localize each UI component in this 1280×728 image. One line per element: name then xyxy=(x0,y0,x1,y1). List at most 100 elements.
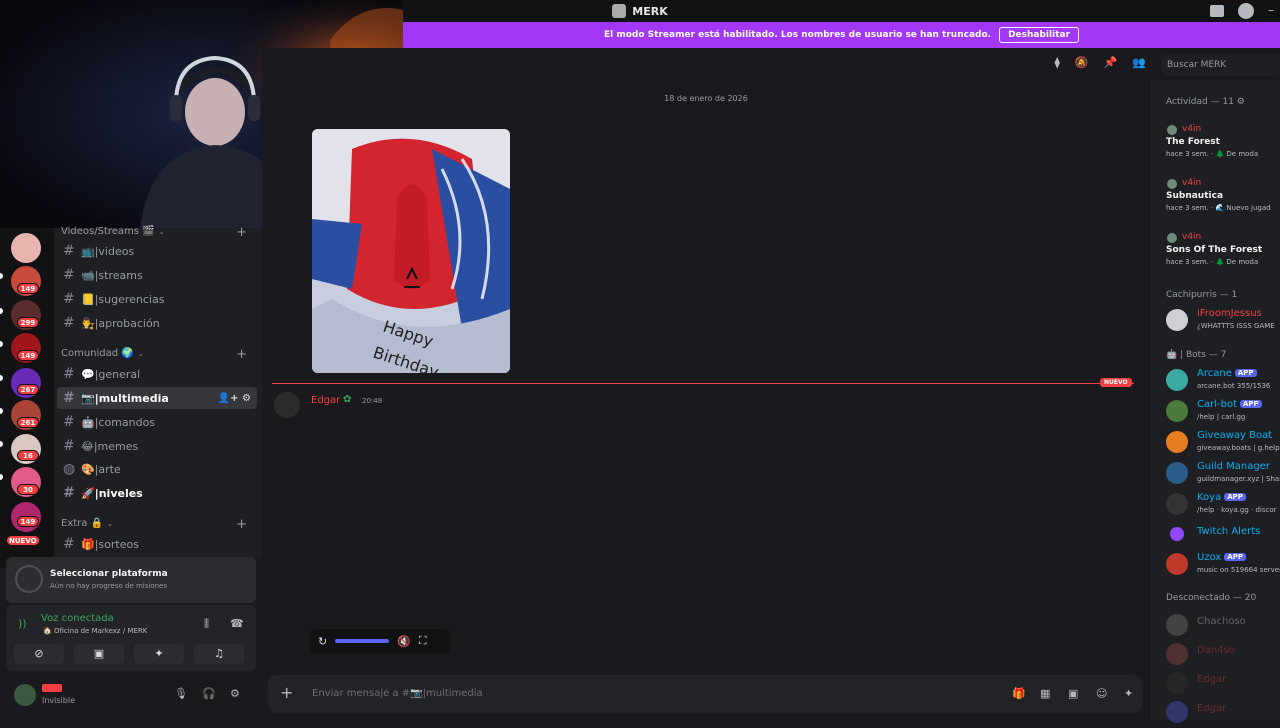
soundboard-button[interactable]: ♫ xyxy=(194,644,244,664)
channel-sugerencias[interactable]: # 📒|sugerencias xyxy=(57,288,257,310)
pin-icon[interactable]: 📌 xyxy=(1104,56,1118,69)
gift-icon[interactable]: 🎁 xyxy=(1012,687,1026,700)
search-input[interactable]: Buscar MERK xyxy=(1162,54,1280,76)
avatar[interactable] xyxy=(274,392,300,418)
new-unreads-pill[interactable]: NUEVO xyxy=(6,535,40,546)
activity-card[interactable]: v4in Subnautica hace 3 sem. · 🌊 Nuevo ju… xyxy=(1166,178,1280,212)
avatar xyxy=(1166,643,1188,665)
activities-button[interactable]: ✦ xyxy=(134,644,184,664)
activity-card[interactable]: v4in The Forest hace 3 sem. · 🌲 De moda xyxy=(1166,124,1280,158)
date-separator: 18 de enero de 2026 xyxy=(664,94,748,103)
banner-text: El modo Streamer está habilitado. Los no… xyxy=(603,30,992,40)
member-item[interactable]: Giveaway Boat giveaway.boats | g.help xyxy=(1166,428,1280,458)
category-comunidad[interactable]: Comunidad 🌍 ⌄ + xyxy=(61,347,253,362)
member-item[interactable]: Edgar xyxy=(1166,698,1280,728)
channel-header-icons: ⧫ 🔕 📌 👥 xyxy=(1054,56,1146,69)
server-icon[interactable] xyxy=(11,233,41,263)
role-group-header: Cachipurris — 1 xyxy=(1166,290,1238,300)
hash-icon: # xyxy=(63,414,75,430)
apps-icon[interactable]: ✦ xyxy=(1124,687,1133,700)
unread-dot xyxy=(0,408,3,414)
help-icon[interactable] xyxy=(1238,3,1254,19)
add-channel-icon[interactable]: + xyxy=(236,225,247,240)
sticker-icon[interactable]: ▣ xyxy=(1068,687,1078,700)
channel-sorteos[interactable]: # 🎁|sorteos xyxy=(57,533,257,555)
voice-location[interactable]: 🏠 Oficina de Markexz / MERK xyxy=(43,627,147,635)
voice-status[interactable]: Voz conectada xyxy=(41,613,114,624)
channel-niveles[interactable]: # 🚀|niveles xyxy=(57,482,257,504)
channel-comandos[interactable]: # 🤖|comandos xyxy=(57,411,257,433)
username-redacted xyxy=(42,684,62,692)
member-item[interactable]: Edgar xyxy=(1166,669,1280,699)
channel-label: 📷|multimedia xyxy=(81,391,169,405)
member-item[interactable]: Carl-bot APP /help | carl.gg xyxy=(1166,397,1280,427)
gear-icon[interactable]: ⚙ xyxy=(230,687,240,700)
channel-label: 🎨|arte xyxy=(81,462,121,476)
refresh-icon[interactable]: ↻ xyxy=(318,635,327,648)
member-name: Edgar xyxy=(1197,703,1227,714)
disconnect-icon[interactable]: ☎ xyxy=(230,617,244,630)
user-status: Invisible xyxy=(42,696,75,705)
avatar xyxy=(1166,431,1188,453)
member-status: /help | carl.gg xyxy=(1197,413,1246,421)
channel-settings-icon[interactable]: 👤+ ⚙ xyxy=(218,393,251,404)
member-item[interactable]: Guild Manager guildmanager.xyz | Shar xyxy=(1166,459,1280,489)
role-icon: ✿ xyxy=(343,394,352,405)
member-item[interactable]: Chachoso xyxy=(1166,611,1280,641)
member-name: Carl-bot xyxy=(1197,399,1237,410)
headphones-icon[interactable]: 🎧 xyxy=(202,687,216,700)
member-item[interactable]: Arcane APP arcane.bot 355/1536 xyxy=(1166,366,1280,396)
channel-streams[interactable]: # 📹|streams xyxy=(57,264,257,286)
message-author[interactable]: Edgar xyxy=(311,395,340,406)
activity-game: Subnautica xyxy=(1166,191,1224,201)
chevron-down-icon: ⌄ xyxy=(158,227,165,236)
member-item[interactable]: Twitch Alerts xyxy=(1166,521,1280,551)
mute-icon[interactable]: 🔇 xyxy=(397,635,411,648)
gif-icon[interactable]: ▦ xyxy=(1040,687,1050,700)
channel-general[interactable]: # 💬|general xyxy=(57,363,257,385)
activity-card[interactable]: v4in Sons Of The Forest hace 3 sem. · 🌲 … xyxy=(1166,232,1280,266)
fullscreen-icon[interactable]: ⛶ xyxy=(419,634,427,648)
message-composer[interactable]: + Enviar mensaje a #📷|multimedia 🎁 ▦ ▣ ☺… xyxy=(268,675,1142,713)
member-item[interactable]: Koya APP /help · koya.gg · discor xyxy=(1166,490,1280,520)
noise-suppression-icon[interactable]: ⫼ xyxy=(204,617,209,631)
channel-videos[interactable]: # 📺|videos xyxy=(57,240,257,262)
channel-arte[interactable]: ◍ 🎨|arte xyxy=(57,458,257,480)
member-item[interactable]: Dan4so xyxy=(1166,640,1280,670)
threads-icon[interactable]: ⧫ xyxy=(1054,56,1059,69)
microphone-icon[interactable]: 🎙 xyxy=(174,687,188,700)
emoji-icon[interactable]: ☺ xyxy=(1096,687,1107,700)
add-attachment-icon[interactable]: + xyxy=(280,683,293,702)
channel-label: 🚀|niveles xyxy=(81,486,143,500)
channel-multimedia[interactable]: # 📷|multimedia 👤+ ⚙ xyxy=(57,387,257,409)
avatar[interactable] xyxy=(14,684,36,706)
minimize-icon[interactable]: – xyxy=(1268,3,1274,19)
quest-title: Seleccionar plataforma xyxy=(50,569,168,579)
channel-aprobacion[interactable]: # 👨‍⚖️|aprobación xyxy=(57,312,257,334)
add-channel-icon[interactable]: + xyxy=(236,347,247,362)
category-videos-streams[interactable]: Videos/Streams 🎬 ⌄ + xyxy=(61,225,253,240)
camera-off-button[interactable]: ⊘ xyxy=(14,644,64,664)
inbox-icon[interactable] xyxy=(1210,5,1224,17)
hash-icon: # xyxy=(63,536,75,552)
attachment-image[interactable]: Happy Birthday xyxy=(312,129,510,373)
signal-icon[interactable]: )) xyxy=(18,617,32,630)
quest-card[interactable]: Seleccionar plataforma Aún no hay progre… xyxy=(6,557,256,603)
add-channel-icon[interactable]: + xyxy=(236,517,247,532)
unread-badge: 299 xyxy=(17,317,39,328)
composer-placeholder[interactable]: Enviar mensaje a #📷|multimedia xyxy=(312,688,483,699)
disable-streamer-button[interactable]: Deshabilitar xyxy=(999,27,1080,43)
screen-share-button[interactable]: ▣ xyxy=(74,644,124,664)
notifications-icon[interactable]: 🔕 xyxy=(1075,56,1089,69)
member-item[interactable]: Uzox APP music on 519664 server xyxy=(1166,550,1280,580)
channel-memes[interactable]: # 😂|memes xyxy=(57,435,257,457)
unread-dot xyxy=(0,308,3,314)
volume-slider[interactable] xyxy=(335,639,390,643)
category-label: Comunidad 🌍 xyxy=(61,348,134,359)
avatar xyxy=(1166,614,1188,636)
voice-panel: )) Voz conectada 🏠 Oficina de Markexz / … xyxy=(6,605,256,671)
member-list-icon[interactable]: 👥 xyxy=(1132,56,1146,69)
hash-icon: # xyxy=(63,315,75,331)
category-extra[interactable]: Extra 🔒 ⌄ + xyxy=(61,517,253,532)
member-item[interactable]: iFroomJessus ¿WHATTTS ISSS GAME xyxy=(1166,306,1280,336)
